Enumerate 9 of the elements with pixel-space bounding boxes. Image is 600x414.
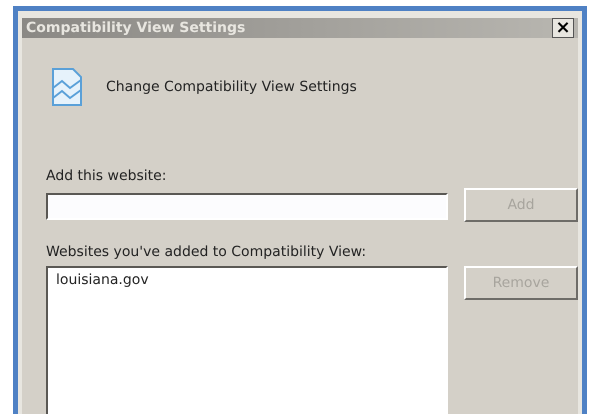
list-label: Websites you've added to Compatibility View: [46,244,368,260]
window-title: Compatibility View Settings [26,20,246,36]
list-item[interactable]: louisiana.gov [56,272,149,288]
website-list[interactable]: louisiana.gov [46,266,448,414]
close-button[interactable]: × [552,18,574,38]
website-field[interactable] [46,193,448,220]
page-icon [50,66,84,108]
field-label: Add this website: [46,168,168,184]
dialog-heading: Change Compatibility View Settings [106,79,357,95]
